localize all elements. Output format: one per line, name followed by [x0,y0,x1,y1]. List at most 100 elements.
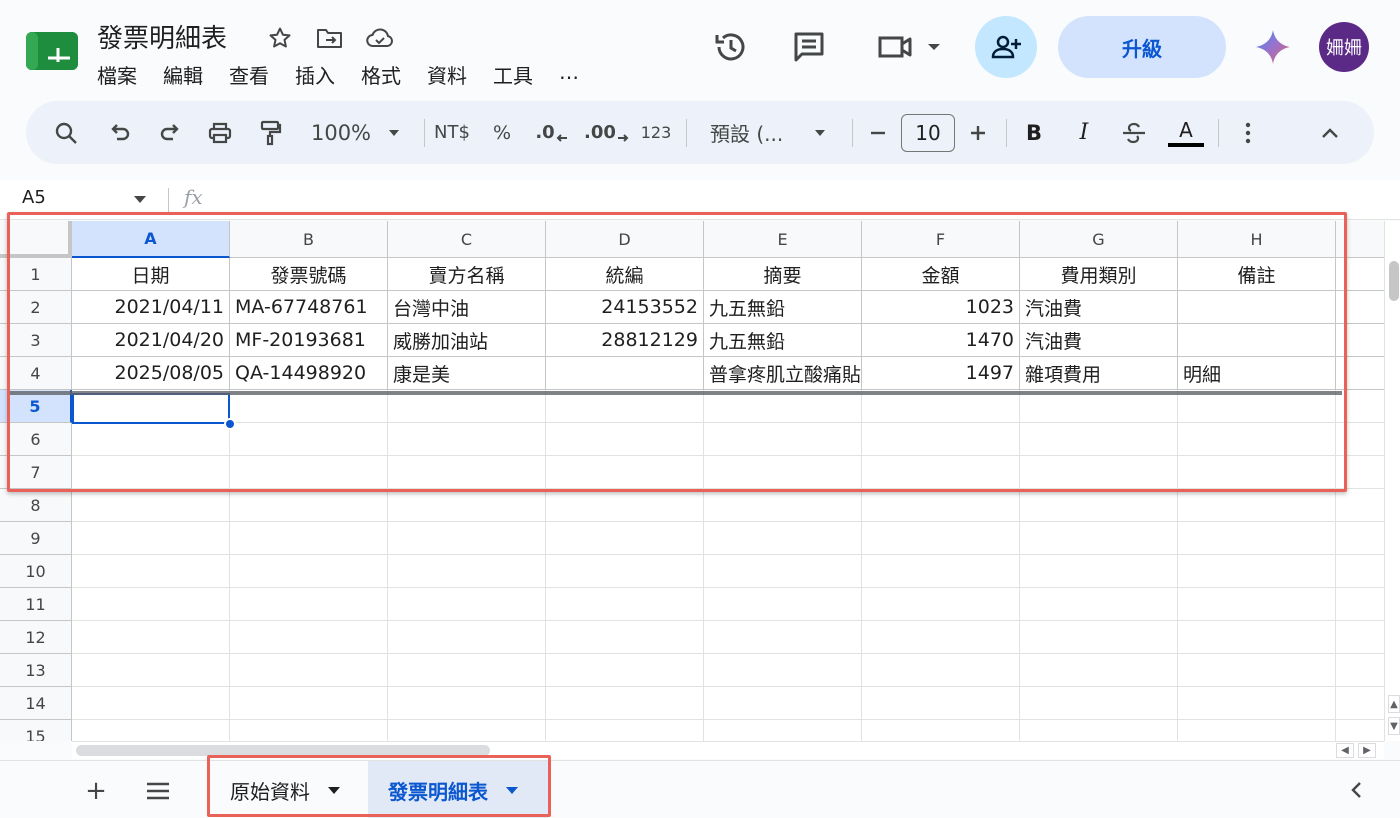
table-cell[interactable] [704,720,862,741]
redo-button[interactable] [150,101,190,164]
table-cell[interactable] [1178,720,1336,741]
table-cell[interactable]: 1470 [862,324,1020,357]
user-avatar[interactable]: 姍姍 [1319,22,1369,72]
add-sheet-button[interactable]: + [78,773,114,809]
table-cell[interactable] [862,456,1020,489]
table-cell[interactable] [388,522,546,555]
collapse-sidebar-button[interactable] [1342,776,1370,804]
table-cell[interactable] [388,423,546,456]
menu-edit[interactable]: 編輯 [163,60,203,89]
meet-button[interactable] [872,16,946,78]
scroll-up-icon[interactable]: ▲ [1388,695,1400,713]
column-header-i[interactable] [1336,221,1384,258]
collapse-toolbar-button[interactable] [1312,101,1348,164]
table-cell[interactable] [230,522,388,555]
sheets-logo-icon[interactable] [26,32,78,70]
row-header-8[interactable]: 8 [0,489,72,522]
table-cell[interactable] [862,621,1020,654]
table-cell[interactable] [1178,588,1336,621]
table-cell[interactable] [230,687,388,720]
menu-more[interactable]: … [559,60,579,89]
table-cell[interactable] [1020,588,1178,621]
column-header-e[interactable]: E [704,221,862,258]
move-folder-icon[interactable] [315,24,345,52]
italic-button[interactable]: I [1066,101,1102,164]
table-cell[interactable] [1178,291,1336,324]
table-cell[interactable] [1178,687,1336,720]
column-header-c[interactable]: C [388,221,546,258]
table-cell[interactable]: 28812129 [546,324,704,357]
table-cell[interactable] [1178,456,1336,489]
table-cell[interactable] [1178,522,1336,555]
table-cell[interactable] [72,621,230,654]
column-header-g[interactable]: G [1020,221,1178,258]
table-cell[interactable] [546,588,704,621]
zoom-select[interactable]: 100% [304,101,414,164]
table-cell[interactable] [72,456,230,489]
row-header-10[interactable]: 10 [0,555,72,588]
table-cell[interactable] [1336,621,1384,654]
table-cell[interactable] [1020,687,1178,720]
row-header-4[interactable]: 4 [0,357,72,390]
table-cell[interactable] [1020,555,1178,588]
table-cell[interactable] [388,588,546,621]
vertical-scroll-thumb[interactable] [1389,261,1399,301]
table-cell[interactable] [704,588,862,621]
table-cell[interactable] [862,720,1020,741]
table-cell[interactable] [704,489,862,522]
table-cell[interactable]: 1023 [862,291,1020,324]
table-cell[interactable] [1336,324,1384,357]
row-header-9[interactable]: 9 [0,522,72,555]
table-cell[interactable] [704,687,862,720]
table-cell[interactable] [388,456,546,489]
table-cell[interactable] [1178,621,1336,654]
table-cell[interactable] [1020,489,1178,522]
table-cell[interactable] [230,621,388,654]
menu-tools[interactable]: 工具 [493,60,533,89]
column-header-f[interactable]: F [862,221,1020,258]
table-cell[interactable]: 普拿疼肌立酸痛貼 [704,357,862,390]
table-cell[interactable] [1020,456,1178,489]
table-cell[interactable] [546,555,704,588]
menu-view[interactable]: 查看 [229,60,269,89]
table-cell[interactable] [704,621,862,654]
strikethrough-button[interactable] [1116,101,1152,164]
row-header-6[interactable]: 6 [0,423,72,456]
paint-format-button[interactable] [250,101,290,164]
table-cell[interactable]: 台灣中油 [388,291,546,324]
horizontal-scrollbar[interactable]: ◀ ▶ [72,741,1384,759]
table-cell[interactable] [546,687,704,720]
table-cell[interactable] [1178,555,1336,588]
table-cell[interactable] [72,687,230,720]
row-header-15[interactable]: 15 [0,720,72,741]
table-cell[interactable] [546,489,704,522]
sheet-tab-raw-data[interactable]: 原始資料 [210,761,368,818]
table-cell[interactable] [230,456,388,489]
gemini-button[interactable] [1242,16,1304,78]
table-cell[interactable] [388,489,546,522]
table-cell[interactable] [546,720,704,741]
table-cell[interactable] [862,555,1020,588]
table-cell[interactable]: 24153552 [546,291,704,324]
header-cell[interactable]: 金額 [862,258,1020,291]
version-history-button[interactable] [700,16,762,78]
table-cell[interactable] [1336,423,1384,456]
document-title[interactable]: 發票明細表 [97,18,227,55]
star-icon[interactable] [265,24,295,52]
decrease-decimal-button[interactable]: .0 [530,101,574,164]
table-cell[interactable]: 2025/08/05 [72,357,230,390]
font-family-select[interactable]: 預設 (... [698,101,838,164]
cloud-saved-icon[interactable] [365,24,395,52]
search-menus-button[interactable] [46,101,86,164]
increase-font-size-button[interactable] [962,101,994,164]
table-cell[interactable] [1336,522,1384,555]
table-cell[interactable] [1336,489,1384,522]
select-all-corner[interactable] [0,221,72,258]
header-cell[interactable]: 賣方名稱 [388,258,546,291]
undo-button[interactable] [100,101,140,164]
table-cell[interactable] [862,654,1020,687]
menu-format[interactable]: 格式 [361,60,401,89]
table-cell[interactable] [72,720,230,741]
table-cell[interactable] [1020,423,1178,456]
menu-file[interactable]: 檔案 [97,60,137,89]
